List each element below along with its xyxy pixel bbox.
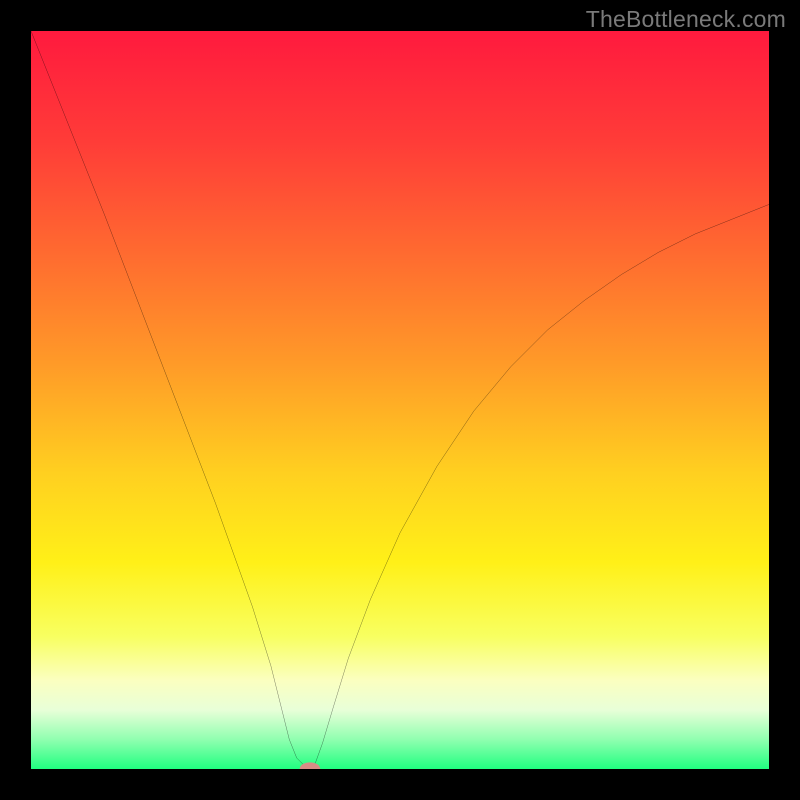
chart-frame: TheBottleneck.com — [0, 0, 800, 800]
plot-area — [31, 31, 769, 769]
bottleneck-chart — [31, 31, 769, 769]
watermark-text: TheBottleneck.com — [586, 6, 786, 33]
gradient-background — [31, 31, 769, 769]
